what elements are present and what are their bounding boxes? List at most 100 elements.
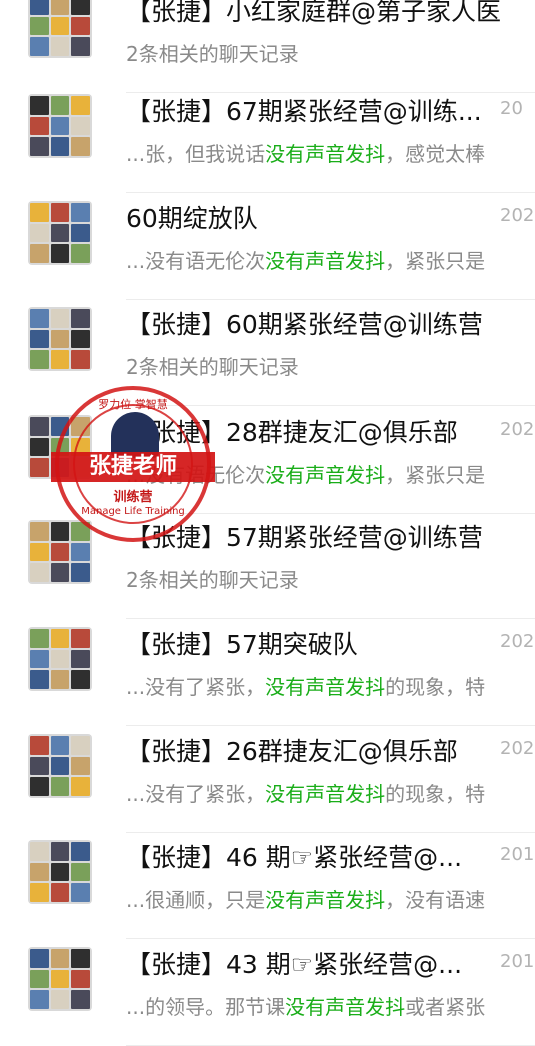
avatar-tile	[50, 522, 70, 541]
avatar-tile	[30, 736, 49, 755]
avatar-tile	[30, 116, 49, 136]
chat-result-row[interactable]: 【张捷】67期紧张经营@训练... 20 ...张，但我说话没有声音发抖，感觉太棒	[0, 86, 535, 193]
avatar-tile	[71, 203, 90, 222]
avatar-tile	[50, 629, 70, 648]
snippet-prefix: ...张，但我说话	[126, 142, 266, 166]
snippet-prefix: ...没有语无伦次	[126, 249, 266, 273]
avatar-tile	[71, 969, 90, 989]
avatar-tile	[71, 309, 90, 328]
group-avatar	[28, 94, 92, 158]
avatar-tile	[30, 244, 49, 263]
avatar-tile	[50, 16, 70, 36]
group-avatar	[28, 734, 92, 798]
avatar-tile	[71, 842, 90, 861]
snippet-highlight: 没有声音发抖	[285, 995, 406, 1019]
avatar-tile	[71, 0, 90, 15]
chat-result-row[interactable]: 【张捷】57期紧张经营@训练营 2条相关的聊天记录	[0, 512, 535, 619]
avatar-tile	[71, 777, 90, 796]
snippet-prefix: 2条相关的聊天记录	[126, 568, 299, 592]
avatar-tile	[50, 949, 70, 968]
avatar-tile	[50, 777, 70, 796]
group-avatar	[28, 947, 92, 1011]
avatar-tile	[71, 116, 90, 136]
avatar-tile	[30, 96, 49, 115]
chat-date: 202	[500, 419, 535, 440]
avatar-tile	[71, 37, 90, 56]
avatar-tile	[30, 862, 49, 882]
avatar-tile	[71, 223, 90, 243]
chat-result-row[interactable]: 【张捷】小红家庭群@第子家人医 2条相关的聊天记录	[0, 0, 535, 93]
chat-result-row[interactable]: 【张捷】46 期☞紧张经营@... 201 ...很通顺，只是没有声音发抖，没有语速	[0, 832, 535, 939]
snippet-suffix: ，感觉太棒	[385, 142, 486, 166]
snippet-highlight: 没有声音发抖	[265, 782, 386, 806]
stamp-bottom-text: Manage Life Training	[81, 506, 185, 517]
avatar-tile	[30, 563, 49, 582]
avatar-tile	[71, 350, 90, 369]
avatar-tile	[30, 329, 49, 349]
chat-snippet: ...的领导。那节课没有声音发抖或者紧张	[126, 991, 485, 1020]
avatar-tile	[71, 862, 90, 882]
chat-result-row[interactable]: 【张捷】57期突破队 202 ...没有了紧张，没有声音发抖的现象，特	[0, 619, 535, 726]
chat-snippet: ...很通顺，只是没有声音发抖，没有语速	[126, 884, 485, 913]
avatar-tile	[50, 329, 70, 349]
avatar-tile	[71, 329, 90, 349]
chat-date: 201	[500, 844, 535, 865]
chat-date: 202	[500, 205, 535, 226]
avatar-tile	[50, 862, 70, 882]
chat-title: 【张捷】43 期☞紧张经营@...	[126, 950, 463, 979]
avatar-tile	[71, 736, 90, 755]
avatar-tile	[30, 37, 49, 56]
avatar-tile	[30, 949, 49, 968]
chat-date: 201	[500, 951, 535, 972]
snippet-suffix: ，没有语速	[385, 888, 486, 912]
group-avatar	[28, 201, 92, 265]
chat-title: 【张捷】67期紧张经营@训练...	[126, 97, 482, 126]
chat-result-row[interactable]: 60期绽放队 202 ...没有语无伦次没有声音发抖，紧张只是	[0, 193, 535, 300]
group-avatar	[28, 520, 92, 584]
snippet-suffix: 的现象，特	[385, 782, 486, 806]
avatar-tile	[30, 437, 49, 457]
avatar-tile	[71, 670, 90, 689]
snippet-prefix: 2条相关的聊天记录	[126, 42, 299, 66]
avatar-tile	[50, 542, 70, 562]
chat-snippet: ...没有语无伦次没有声音发抖，紧张只是	[126, 245, 485, 274]
avatar-tile	[71, 16, 90, 36]
chat-snippet: 2条相关的聊天记录	[126, 38, 299, 67]
avatar-tile	[71, 629, 90, 648]
avatar-tile	[50, 649, 70, 669]
avatar-tile	[50, 137, 70, 156]
chat-snippet: 2条相关的聊天记录	[126, 351, 299, 380]
avatar-tile	[30, 0, 49, 15]
avatar-tile	[50, 309, 70, 328]
avatar-tile	[30, 203, 49, 222]
avatar-tile	[30, 16, 49, 36]
snippet-highlight: 没有声音发抖	[265, 142, 386, 166]
chat-result-row[interactable]: 【张捷】60期紧张经营@训练营 2条相关的聊天记录	[0, 299, 535, 406]
group-avatar	[28, 0, 92, 58]
chat-title: 【张捷】26群捷友汇@俱乐部	[126, 737, 458, 766]
avatar-tile	[71, 883, 90, 902]
chat-title: 【张捷】46 期☞紧张经营@...	[126, 843, 463, 872]
avatar-tile	[30, 350, 49, 369]
snippet-highlight: 没有声音发抖	[265, 463, 386, 487]
avatar-tile	[50, 350, 70, 369]
snippet-prefix: ...没有了紧张，	[126, 782, 266, 806]
avatar-tile	[30, 883, 49, 902]
avatar-tile	[50, 203, 70, 222]
group-avatar	[28, 840, 92, 904]
avatar-tile	[71, 649, 90, 669]
avatar-tile	[30, 137, 49, 156]
snippet-prefix: ...很通顺，只是	[126, 888, 266, 912]
avatar-tile	[30, 670, 49, 689]
avatar-tile	[71, 563, 90, 582]
snippet-prefix: ...的领导。那节课	[126, 995, 286, 1019]
snippet-suffix: ，紧张只是	[385, 249, 486, 273]
avatar-tile	[30, 629, 49, 648]
chat-result-row[interactable]: 【张捷】26群捷友汇@俱乐部 202 ...没有了紧张，没有声音发抖的现象，特	[0, 726, 535, 833]
chat-result-row[interactable]: 【张捷】43 期☞紧张经营@... 201 ...的领导。那节课没有声音发抖或者紧张	[0, 939, 535, 1046]
chat-date: 202	[500, 631, 535, 652]
avatar-tile	[30, 542, 49, 562]
stamp-mid-text: 训练营	[113, 490, 153, 505]
chat-snippet: ...没有了紧张，没有声音发抖的现象，特	[126, 671, 485, 700]
avatar-tile	[50, 96, 70, 115]
